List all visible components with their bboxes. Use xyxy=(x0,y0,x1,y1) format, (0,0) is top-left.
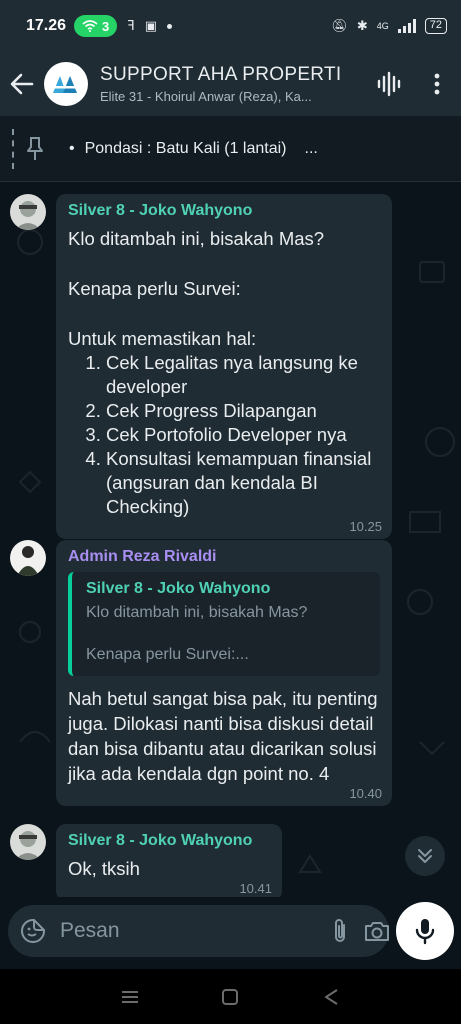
message-time: 10.41 xyxy=(239,881,272,896)
message-bubble[interactable]: Silver 8 - Joko Wahyono Ok, tksih 10.41 xyxy=(56,824,282,897)
recent-apps-button[interactable] xyxy=(115,982,145,1012)
message-text: Klo ditambah ini, bisakah Mas? Kenapa pe… xyxy=(68,228,325,349)
sender-name[interactable]: Admin Reza Rivaldi xyxy=(68,548,380,566)
list-item: Cek Progress Dilapangan xyxy=(106,399,380,423)
paperclip-icon xyxy=(335,919,345,942)
list-item: Cek Legalitas nya langsung ke developer xyxy=(106,351,380,399)
quoted-text: Klo ditambah ini, bisakah Mas? xyxy=(86,604,308,621)
status-time: 17.26 xyxy=(26,17,67,34)
network-label: 4G xyxy=(376,21,389,31)
message-time: 10.25 xyxy=(349,519,382,534)
pin-icon xyxy=(15,136,55,162)
sender-name[interactable]: Silver 8 - Joko Wahyono xyxy=(68,202,380,220)
quoted-text: Kenapa perlu Survei:... xyxy=(86,646,249,663)
message-input-box xyxy=(8,905,389,957)
app-notification-icon: ▣ xyxy=(144,18,158,33)
list-item: Cek Portofolio Developer nya xyxy=(106,423,380,447)
scroll-to-bottom-button[interactable] xyxy=(405,836,445,876)
notification-f-icon: ꟻ xyxy=(127,18,135,33)
pinned-text: • Pondasi : Batu Kali (1 lantai)... xyxy=(69,139,318,157)
pinned-more: ... xyxy=(304,139,318,157)
input-bar xyxy=(0,897,461,969)
home-button[interactable] xyxy=(215,982,245,1012)
sticker-button[interactable] xyxy=(20,915,46,947)
camera-icon xyxy=(365,922,389,941)
system-navigation-bar xyxy=(0,969,461,1024)
avatar[interactable] xyxy=(10,540,46,576)
quoted-sender: Silver 8 - Joko Wahyono xyxy=(86,580,271,597)
avatar[interactable] xyxy=(10,824,46,860)
message-bubble[interactable]: Admin Reza Rivaldi Silver 8 - Joko Wahyo… xyxy=(56,540,392,806)
battery-indicator: 72 xyxy=(424,18,447,34)
signal-icon xyxy=(397,19,416,33)
sender-name[interactable]: Silver 8 - Joko Wahyono xyxy=(68,832,270,850)
pinned-message-bar[interactable]: • Pondasi : Batu Kali (1 lantai)... xyxy=(0,116,461,182)
voice-record-button[interactable] xyxy=(396,902,454,960)
voice-chat-button[interactable] xyxy=(365,52,413,116)
attach-button[interactable] xyxy=(331,915,349,947)
pinned-text-value: Pondasi : Batu Kali (1 lantai) xyxy=(84,139,287,157)
camera-button[interactable] xyxy=(363,915,391,947)
message-row: Silver 8 - Joko Wahyono Ok, tksih 10.41 xyxy=(10,824,282,897)
sticker-icon xyxy=(21,919,45,943)
message-bubble[interactable]: Silver 8 - Joko Wahyono Klo ditambah ini… xyxy=(56,194,392,539)
hotspot-pill: 3 xyxy=(74,15,118,37)
list-item: Konsultasi kemampuan finansial (angsuran… xyxy=(106,447,380,519)
avatar[interactable] xyxy=(10,194,46,230)
chat-area[interactable]: Silver 8 - Joko Wahyono Klo ditambah ini… xyxy=(0,182,461,897)
menu-button[interactable] xyxy=(413,52,461,116)
message-input[interactable] xyxy=(60,919,331,943)
chat-subtitle: Elite 31 - Khoirul Anwar (Reza), Ka... xyxy=(100,89,312,104)
message-row: Silver 8 - Joko Wahyono Klo ditambah ini… xyxy=(10,194,392,539)
bluetooth-icon: ✱ xyxy=(356,18,368,33)
square-home-icon xyxy=(222,988,239,1005)
more-vertical-icon xyxy=(434,73,440,95)
hotspot-count: 3 xyxy=(102,18,110,34)
audio-wave-icon xyxy=(377,71,401,97)
message-time: 10.40 xyxy=(349,786,382,801)
more-notifications-dot xyxy=(167,23,173,29)
aha-logo-icon xyxy=(53,76,77,93)
message-text: Ok, tksih xyxy=(68,858,140,879)
group-avatar[interactable] xyxy=(44,62,88,106)
microphone-icon xyxy=(415,919,435,945)
message-row: Admin Reza Rivaldi Silver 8 - Joko Wahyo… xyxy=(10,540,392,806)
mute-icon: 🔕︎ xyxy=(331,18,348,33)
chat-title: SUPPORT AHA PROPERTI xyxy=(100,64,342,85)
menu-lines-icon xyxy=(122,990,139,1003)
quoted-message[interactable]: Silver 8 - Joko Wahyono Klo ditambah ini… xyxy=(68,572,380,676)
nav-back-button[interactable] xyxy=(316,982,346,1012)
triangle-back-icon xyxy=(324,988,338,1005)
double-chevron-down-icon xyxy=(418,849,432,863)
chat-header: SUPPORT AHA PROPERTI Elite 31 - Khoirul … xyxy=(0,52,461,116)
status-bar: 17.26 3 ꟻ ▣ 🔕︎ ✱ 4G 72 xyxy=(0,0,461,52)
wifi-icon xyxy=(82,20,98,32)
chat-info[interactable]: SUPPORT AHA PROPERTI Elite 31 - Khoirul … xyxy=(100,64,365,104)
message-text: Nah betul sangat bisa pak, itu penting j… xyxy=(68,688,383,784)
arrow-left-icon xyxy=(10,73,34,95)
message-list: Cek Legalitas nya langsung ke developer … xyxy=(68,351,380,519)
back-button[interactable] xyxy=(0,52,44,116)
